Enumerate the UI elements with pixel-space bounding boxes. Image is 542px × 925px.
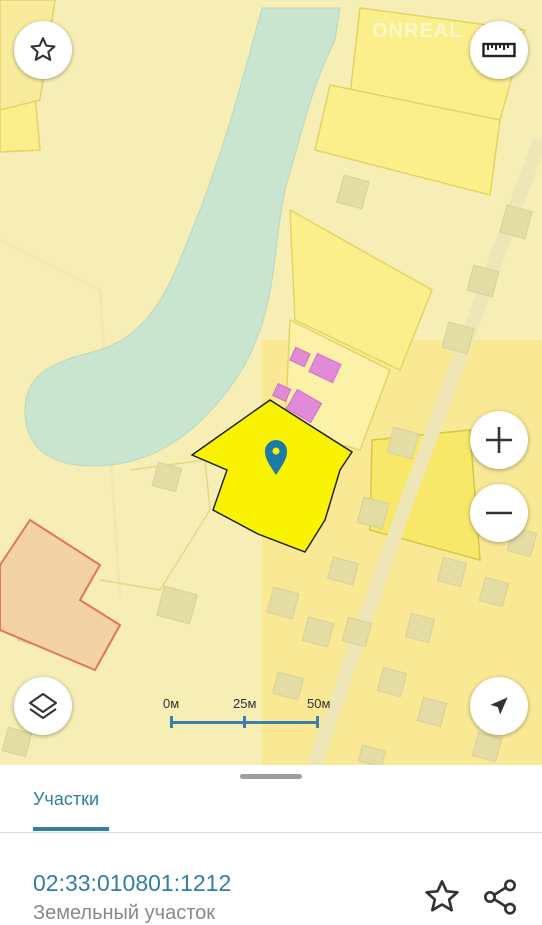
my-location-button[interactable] bbox=[470, 677, 528, 735]
cadastral-number[interactable]: 02:33:010801:1212 bbox=[33, 870, 231, 897]
favorites-button[interactable] bbox=[14, 21, 72, 79]
share-button[interactable] bbox=[480, 877, 520, 917]
star-outline-icon bbox=[425, 880, 459, 912]
plus-icon bbox=[486, 427, 512, 453]
navigation-arrow-icon bbox=[490, 697, 508, 715]
scale-label-0: 0м bbox=[163, 696, 180, 711]
tab-indicator bbox=[33, 827, 109, 831]
divider bbox=[0, 832, 542, 833]
scale-label-50: 50м bbox=[307, 696, 331, 711]
ruler-button[interactable] bbox=[470, 21, 528, 79]
scale-bar: 0м 25м 50м bbox=[150, 690, 350, 730]
scale-tick bbox=[316, 716, 319, 728]
layers-icon bbox=[29, 693, 57, 719]
ruler-icon bbox=[482, 42, 516, 58]
share-icon bbox=[484, 879, 516, 915]
parcel-type: Земельный участок bbox=[33, 902, 216, 924]
watermark: ONREAL bbox=[372, 20, 463, 42]
map-view[interactable]: ONREAL 0м 25м 50м bbox=[0, 0, 542, 765]
bottom-sheet[interactable]: Участки 02:33:010801:1212 Земельный учас… bbox=[0, 765, 542, 924]
minus-icon bbox=[486, 511, 512, 515]
scale-label-25: 25м bbox=[233, 696, 257, 711]
zoom-out-button[interactable] bbox=[470, 484, 528, 542]
scale-tick bbox=[243, 716, 246, 728]
scale-tick bbox=[170, 716, 173, 728]
orange-zone bbox=[0, 518, 122, 672]
map-canvas[interactable] bbox=[0, 0, 542, 765]
tab-parcels[interactable]: Участки bbox=[33, 789, 99, 810]
layers-button[interactable] bbox=[14, 677, 72, 735]
star-icon bbox=[30, 37, 56, 61]
favorite-button[interactable] bbox=[422, 877, 462, 917]
drag-handle[interactable] bbox=[240, 774, 302, 779]
zoom-in-button[interactable] bbox=[470, 411, 528, 469]
